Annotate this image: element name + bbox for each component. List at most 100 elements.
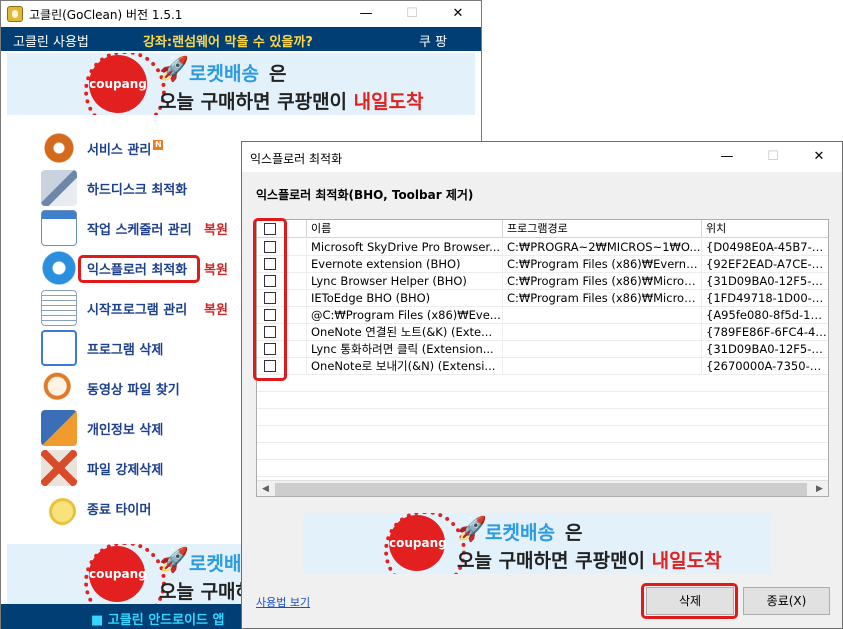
banner-title: 로켓배송 (485, 522, 555, 544)
coupang-banner-top[interactable]: coupang 🚀 로켓배송 은 오늘 구매하면 쿠팡맨이 내일도착 (7, 53, 475, 115)
table-row[interactable]: Microsoft SkyDrive Pro Browser... C:₩PROG… (257, 239, 828, 256)
ie-icon (41, 250, 77, 286)
row-location: {92EF2EAD-A7CE-442 (706, 257, 828, 271)
rocket-icon: 🚀 (159, 55, 189, 83)
row-location: {31D09BA0-12F5-4CC (706, 274, 828, 288)
menu-item-privacy[interactable]: 개인정보 삭제 (41, 408, 241, 446)
tutorial-link[interactable]: 강좌:랜섬웨어 막을 수 있을까? (143, 31, 313, 50)
menu-item-label: 동영상 파일 찾기 (87, 383, 180, 398)
row-name: Lync Browser Helper (BHO) (307, 273, 503, 289)
row-name: IEToEdge BHO (BHO) (307, 290, 503, 306)
scroll-right-arrow[interactable]: ▶ (811, 481, 828, 496)
menu-item-video[interactable]: 동영상 파일 찾기 (41, 368, 241, 406)
scroll-left-arrow[interactable]: ◀ (257, 481, 274, 496)
menu-item-disk[interactable]: 하드디스크 최적화 (41, 168, 241, 206)
android-app-link[interactable]: ■ 고클린 안드로이드 앱 (91, 609, 225, 628)
row-location: {1FD49718-1D00-4B1 (706, 291, 828, 305)
banner-subtitle: 오늘 구매하 (159, 581, 254, 603)
menu-item-label: 파일 강제삭제 (87, 463, 164, 478)
banner-title: 로켓배 (189, 553, 242, 575)
table-row[interactable]: IEToEdge BHO (BHO) C:₩Program Files (x86)… (257, 290, 828, 307)
close-button[interactable]: ✕ (435, 1, 481, 27)
table-row[interactable]: @C:₩Program Files (x86)₩Eve... {A95fe080-… (257, 307, 828, 324)
dialog-titlebar[interactable]: 익스플로러 최적화 — ☐ ✕ (242, 142, 842, 172)
coupang-banner-dialog[interactable]: coupang 🚀 로켓배송 은 오늘 구매하면 쿠팡맨이 내일도착 (303, 513, 771, 574)
calendar-clock-icon (41, 210, 77, 246)
table-row[interactable]: OneNote 연결된 노트(&K) (Exte... {789FE86F-6FC… (257, 324, 828, 341)
menu-item-label: 서비스 관리 N (87, 139, 164, 158)
row-name: Lync 통화하려면 클릭 (Extension... (307, 341, 503, 357)
empty-row (257, 409, 828, 426)
header-name[interactable]: 이름 (307, 220, 503, 238)
restore-scheduler-link[interactable]: 복원 (204, 219, 228, 238)
menu-item-label: 시작프로그램 관리 (87, 303, 188, 318)
row-path (503, 307, 702, 323)
shield-arrow-icon (41, 410, 77, 446)
menu-item-timer[interactable]: 종료 타이머 (41, 488, 241, 526)
main-titlebar[interactable]: 고클린(GoClean) 버전 1.5.1 — ☐ ✕ (1, 1, 481, 27)
scroll-thumb[interactable] (275, 483, 807, 496)
list-header: 이름 프로그램경로 위치 (257, 220, 828, 238)
dialog-maximize-button[interactable]: ☐ (750, 144, 796, 170)
empty-row (257, 426, 828, 443)
menu-item-label: 작업 스케줄러 관리 (87, 223, 192, 238)
menu-item-force-delete[interactable]: 파일 강제삭제 (41, 448, 241, 486)
row-name: Evernote extension (BHO) (307, 256, 503, 272)
coupang-logo: coupang (84, 53, 166, 115)
coupang-menu[interactable]: 쿠 팡 (419, 31, 447, 50)
minimize-button[interactable]: — (343, 1, 389, 27)
row-name: @C:₩Program Files (x86)₩Eve... (307, 307, 503, 323)
menu-item-label: 종료 타이머 (87, 503, 152, 518)
row-location: {789FE86F-6FC4-46A1 (706, 325, 828, 339)
row-name: OneNote 연결된 노트(&K) (Exte... (307, 324, 503, 340)
main-window-title: 고클린(GoClean) 버전 1.5.1 (29, 8, 183, 22)
delete-x-icon (41, 450, 77, 486)
row-path: C:₩Program Files (x86)₩Everno... (503, 256, 702, 272)
goclean-app-icon (7, 6, 23, 22)
empty-row (257, 443, 828, 460)
main-menubar: 고클린 사용법 강좌:랜섬웨어 막을 수 있을까? 쿠 팡 (1, 27, 481, 51)
delete-highlight-box (641, 583, 738, 619)
menu-item-label: 하드디스크 최적화 (87, 183, 188, 198)
restore-ie-link[interactable]: 복원 (204, 259, 228, 278)
bho-list[interactable]: 이름 프로그램경로 위치 Microsoft SkyDrive Pro Brow… (256, 219, 829, 497)
ie-optimize-dialog: 익스플로러 최적화 — ☐ ✕ 익스플로러 최적화(BHO, Toolbar 제… (241, 141, 843, 629)
rocket-icon: 🚀 (457, 515, 487, 543)
row-location: {D0498E0A-45B7-42A (706, 240, 828, 254)
gear-icon (41, 130, 77, 166)
menu-item-label: 개인정보 삭제 (87, 423, 164, 438)
restore-startup-link[interactable]: 복원 (204, 299, 228, 318)
coupang-logo: coupang (84, 544, 166, 604)
header-location[interactable]: 위치 (702, 220, 828, 238)
row-location: {A95fe080-8f5d-11d2 (706, 308, 828, 322)
dialog-title: 익스플로러 최적화 (250, 152, 343, 166)
banner-subtitle: 오늘 구매하면 쿠팡맨이 내일도착 (159, 87, 424, 114)
table-row[interactable]: OneNote로 보내기(&N) (Extensi... {2670000A-73… (257, 358, 828, 375)
row-path (503, 358, 702, 374)
usage-link[interactable]: 사용법 보기 (256, 594, 310, 610)
row-path (503, 341, 702, 357)
highlight-box (78, 255, 200, 283)
empty-row (257, 375, 828, 392)
close-dialog-button[interactable]: 종료(X) (743, 587, 830, 615)
header-path[interactable]: 프로그램경로 (503, 220, 702, 238)
table-row[interactable]: Evernote extension (BHO) C:₩Program Files… (257, 256, 828, 273)
usage-menu[interactable]: 고클린 사용법 (13, 31, 89, 50)
menu-item-uninstall[interactable]: 프로그램 삭제 (41, 328, 241, 366)
row-path (503, 324, 702, 340)
banner-subtitle-highlight: 내일도착 (353, 91, 424, 113)
dialog-minimize-button[interactable]: — (704, 144, 750, 170)
menu-item-label: 프로그램 삭제 (87, 343, 164, 358)
maximize-button[interactable]: ☐ (389, 1, 435, 27)
table-row[interactable]: Lync Browser Helper (BHO) C:₩Program File… (257, 273, 828, 290)
dialog-close-button[interactable]: ✕ (796, 144, 842, 170)
banner-subtitle-highlight: 내일도착 (651, 550, 722, 572)
banner-subtitle: 오늘 구매하면 쿠팡맨이 내일도착 (457, 546, 722, 573)
row-path: C:₩PROGRA~2₩MICROS~1₩O... (503, 239, 702, 255)
menu-item-service[interactable]: 서비스 관리 N (41, 128, 241, 166)
checklist-icon (41, 330, 77, 366)
sleep-bulb-icon (41, 490, 77, 526)
table-row[interactable]: Lync 통화하려면 클릭 (Extension... {31D09BA0-12F… (257, 341, 828, 358)
horizontal-scrollbar[interactable]: ◀ ▶ (257, 480, 828, 496)
row-location: {31D09BA0-12F5-4CC (706, 342, 828, 356)
